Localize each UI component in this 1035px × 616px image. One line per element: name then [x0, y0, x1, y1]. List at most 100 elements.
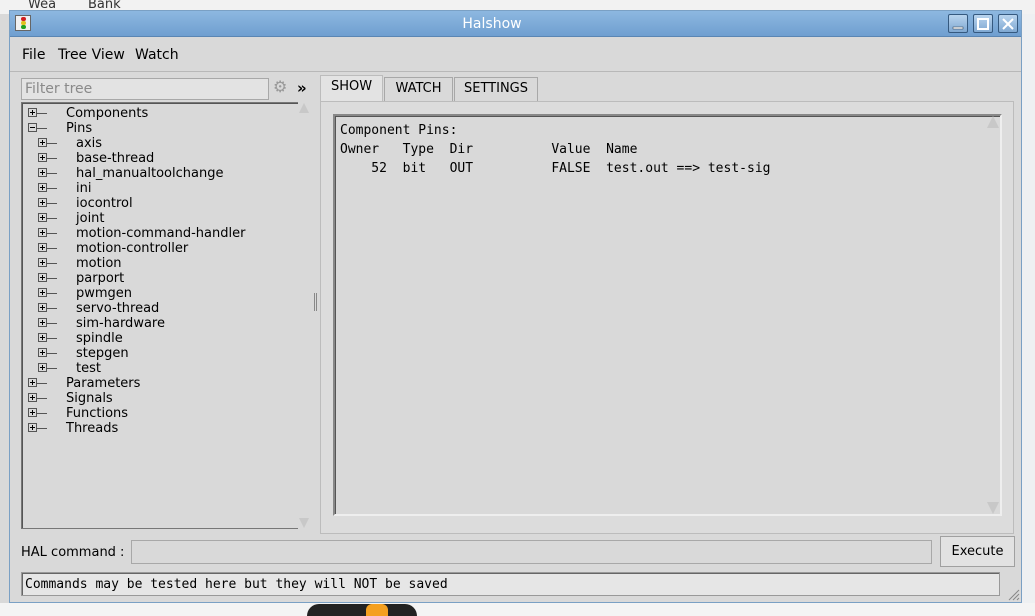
menu-file[interactable]: File — [22, 47, 45, 63]
expand-icon[interactable] — [28, 378, 37, 387]
penguin-beak-image — [366, 604, 388, 616]
expand-icon[interactable] — [38, 333, 47, 342]
expand-icon[interactable] — [38, 198, 47, 207]
tree-node-label: servo-thread — [76, 301, 160, 316]
scroll-up-icon[interactable] — [987, 116, 999, 128]
tree-node[interactable]: Pins — [28, 121, 280, 136]
halshow-window: Halshow File Tree View Watch ⚙ » Compone… — [9, 10, 1022, 603]
tree-node-label: Functions — [66, 406, 129, 421]
expand-icon[interactable] — [38, 138, 47, 147]
menu-watch[interactable]: Watch — [135, 47, 179, 63]
tree-node[interactable]: parport — [38, 271, 280, 286]
expand-tree-button[interactable]: » — [297, 79, 307, 97]
tree-node[interactable]: Parameters — [28, 376, 280, 391]
tree-node-label: test — [76, 361, 101, 376]
tree-node[interactable]: Components — [28, 106, 280, 121]
tree-connector — [47, 368, 57, 369]
expand-icon[interactable] — [28, 393, 37, 402]
pane-splitter-handle[interactable] — [314, 293, 317, 311]
tree-node[interactable]: motion — [38, 256, 280, 271]
tree-node-label: iocontrol — [76, 196, 133, 211]
expand-icon[interactable] — [38, 153, 47, 162]
tree-connector — [47, 353, 57, 354]
expand-icon[interactable] — [38, 183, 47, 192]
scroll-down-icon[interactable] — [299, 518, 309, 528]
tree-node-label: pwmgen — [76, 286, 133, 301]
scroll-up-icon[interactable] — [299, 103, 309, 113]
expand-icon[interactable] — [28, 423, 37, 432]
tree-connector — [47, 218, 57, 219]
tree-node[interactable]: stepgen — [38, 346, 280, 361]
desktop-background-bottom — [0, 603, 1035, 616]
expand-icon[interactable] — [38, 288, 47, 297]
pins-scrollbar[interactable] — [985, 116, 1000, 514]
expand-icon[interactable] — [38, 318, 47, 327]
expand-icon[interactable] — [38, 258, 47, 267]
tree-node-label: Parameters — [66, 376, 141, 391]
tree-node[interactable]: ini — [38, 181, 280, 196]
expand-icon[interactable] — [38, 348, 47, 357]
minimize-button[interactable] — [948, 14, 968, 33]
tree-connector — [47, 143, 57, 144]
expand-icon[interactable] — [28, 108, 37, 117]
expand-icon[interactable] — [38, 303, 47, 312]
scroll-down-icon[interactable] — [987, 502, 999, 514]
tree-scrollbar[interactable] — [298, 102, 311, 529]
tree-node[interactable]: axis — [38, 136, 280, 151]
expand-icon[interactable] — [38, 243, 47, 252]
tree-node[interactable]: joint — [38, 211, 280, 226]
tree-node-label: motion-command-handler — [76, 226, 246, 241]
tree-node-label: Signals — [66, 391, 113, 406]
tree-node[interactable]: Functions — [28, 406, 280, 421]
tree-connector — [37, 383, 47, 384]
tree-node[interactable]: Threads — [28, 421, 280, 436]
tree-node-label: joint — [76, 211, 105, 226]
tab-settings[interactable]: SETTINGS — [454, 77, 538, 101]
gear-icon[interactable]: ⚙ — [273, 79, 289, 95]
tree-connector — [37, 413, 47, 414]
tree-node[interactable]: iocontrol — [38, 196, 280, 211]
tree-node[interactable]: test — [38, 361, 280, 376]
tree-node[interactable]: sim-hardware — [38, 316, 280, 331]
tree-node-label: motion-controller — [76, 241, 189, 256]
resize-grip-icon[interactable] — [1006, 587, 1020, 601]
tree-node-label: axis — [76, 136, 103, 151]
expand-icon[interactable] — [38, 168, 47, 177]
filter-tree-input[interactable] — [21, 78, 269, 100]
hal-command-input[interactable] — [131, 540, 932, 564]
tree-node[interactable]: servo-thread — [38, 301, 280, 316]
tree-node[interactable]: motion-controller — [38, 241, 280, 256]
expand-icon[interactable] — [38, 273, 47, 282]
expand-icon[interactable] — [38, 213, 47, 222]
tree-node-label: parport — [76, 271, 125, 286]
execute-button[interactable]: Execute — [940, 536, 1015, 567]
maximize-button[interactable] — [973, 14, 993, 33]
title-bar[interactable]: Halshow — [10, 11, 1021, 37]
tree-node[interactable]: spindle — [38, 331, 280, 346]
tree-node-label: motion — [76, 256, 122, 271]
minimize-icon — [952, 26, 964, 30]
tree-connector — [47, 188, 57, 189]
tree-node-label: spindle — [76, 331, 123, 346]
close-icon — [1002, 18, 1014, 30]
tree-node[interactable]: motion-command-handler — [38, 226, 280, 241]
penguin-image — [307, 604, 417, 616]
tree-connector — [37, 398, 47, 399]
menu-tree-view[interactable]: Tree View — [58, 47, 125, 63]
tree-node[interactable]: Signals — [28, 391, 280, 406]
tree-node-label: ini — [76, 181, 92, 196]
tree-connector — [37, 428, 47, 429]
component-pins-display[interactable]: Component Pins: Owner Type Dir Value Nam… — [333, 114, 1002, 516]
collapse-icon[interactable] — [28, 123, 37, 132]
close-button[interactable] — [998, 14, 1018, 33]
tree-node[interactable]: pwmgen — [38, 286, 280, 301]
tab-watch[interactable]: WATCH — [384, 77, 453, 101]
tree-node[interactable]: hal_manualtoolchange — [38, 166, 280, 181]
expand-icon[interactable] — [28, 408, 37, 417]
tab-show[interactable]: SHOW — [320, 75, 383, 102]
expand-icon[interactable] — [38, 363, 47, 372]
tree-node[interactable]: base-thread — [38, 151, 280, 166]
expand-icon[interactable] — [38, 228, 47, 237]
tree-connector — [37, 113, 47, 114]
hal-command-label: HAL command : — [21, 545, 125, 560]
